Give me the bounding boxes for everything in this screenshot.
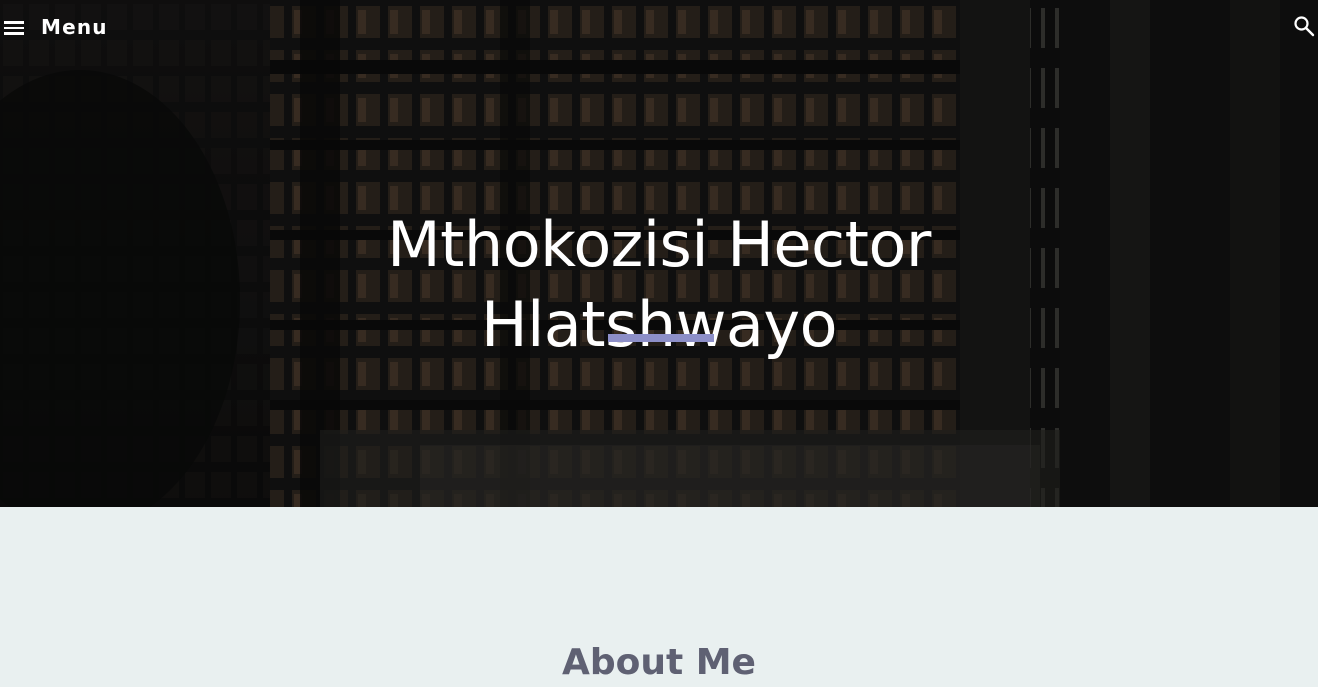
hero-title-line-2: Hlatshwayo: [480, 287, 838, 361]
hamburger-menu-icon: [4, 19, 26, 35]
hero-title-line-1: Mthokozisi Hector: [387, 207, 931, 281]
search-icon: [1294, 16, 1315, 37]
title-underline-divider: [608, 334, 714, 342]
menu-button[interactable]: Menu: [4, 11, 108, 43]
search-button[interactable]: [1292, 14, 1316, 38]
menu-label: Menu: [41, 15, 108, 39]
top-navigation-bar: Menu: [0, 0, 1318, 54]
hero-section: Menu Mthokozisi Hector Hlatshwayo: [0, 0, 1318, 507]
about-heading: About Me: [562, 642, 756, 683]
